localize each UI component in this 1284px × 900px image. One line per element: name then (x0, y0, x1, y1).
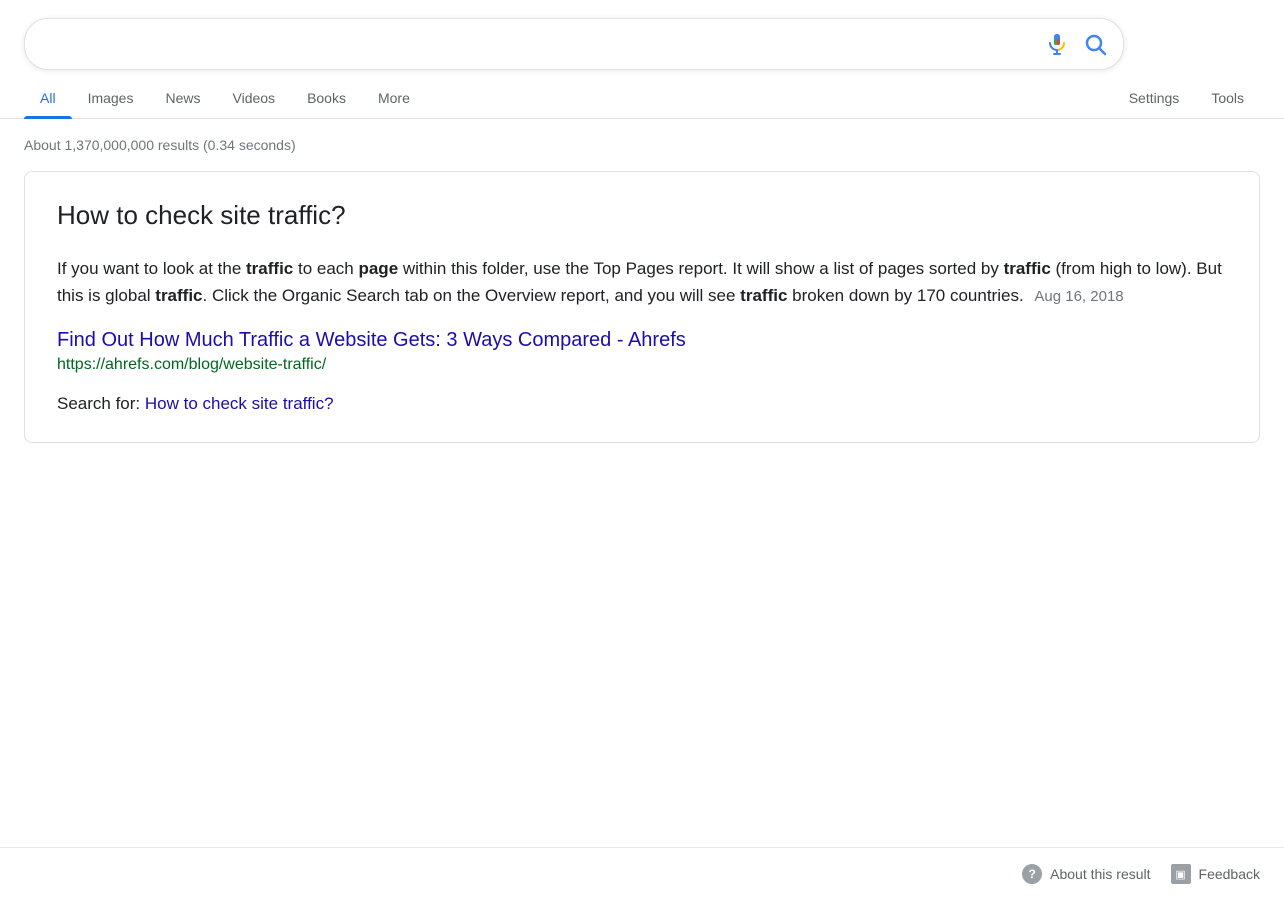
result-link-title[interactable]: Find Out How Much Traffic a Website Gets… (57, 329, 1227, 352)
snippet-body: If you want to look at the traffic to ea… (57, 255, 1227, 309)
search-icons (1045, 32, 1107, 56)
search-for: Search for: How to check site traffic? (57, 394, 1227, 414)
search-for-link[interactable]: How to check site traffic? (145, 394, 334, 413)
bottom-bar: ? About this result ▣ Feedback (0, 847, 1284, 900)
nav-item-videos[interactable]: Videos (217, 78, 292, 118)
mic-icon[interactable] (1045, 32, 1069, 56)
about-icon: ? (1022, 864, 1042, 884)
search-box: check website traffic (24, 18, 1124, 70)
top-bar: check website traffic (0, 0, 1284, 70)
feedback-icon: ▣ (1171, 864, 1191, 884)
nav-item-news[interactable]: News (149, 78, 216, 118)
about-result-action[interactable]: ? About this result (1022, 864, 1150, 884)
nav-item-images[interactable]: Images (72, 78, 150, 118)
snippet-title: How to check site traffic? (57, 200, 1227, 231)
search-icon[interactable] (1083, 32, 1107, 56)
nav-item-tools[interactable]: Tools (1195, 78, 1260, 118)
nav-bar: All Images News Videos Books More Settin… (0, 70, 1284, 119)
results-count: About 1,370,000,000 results (0.34 second… (0, 119, 1284, 163)
nav-item-books[interactable]: Books (291, 78, 362, 118)
result-url[interactable]: https://ahrefs.com/blog/website-traffic/ (57, 356, 1227, 374)
nav-item-settings[interactable]: Settings (1113, 78, 1196, 118)
featured-snippet-card: How to check site traffic? If you want t… (24, 171, 1260, 443)
feedback-label: Feedback (1199, 866, 1260, 882)
snippet-date: Aug 16, 2018 (1034, 288, 1123, 305)
feedback-action[interactable]: ▣ Feedback (1171, 864, 1260, 884)
nav-item-all[interactable]: All (24, 78, 72, 118)
search-input[interactable]: check website traffic (41, 34, 1033, 55)
nav-item-more[interactable]: More (362, 78, 426, 118)
search-for-label: Search for: (57, 394, 140, 413)
about-result-label: About this result (1050, 866, 1150, 882)
